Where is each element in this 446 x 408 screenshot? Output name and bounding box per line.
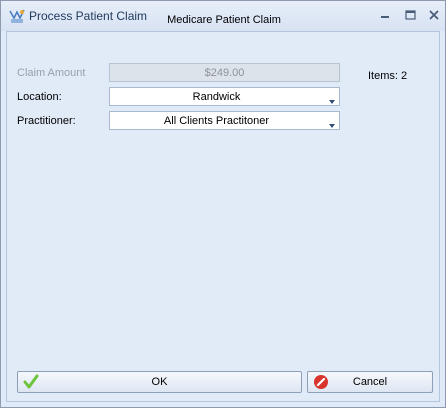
chevron-down-icon[interactable]: [329, 95, 335, 104]
claim-amount-label: Claim Amount: [17, 67, 86, 79]
cancel-button-label: Cancel: [352, 376, 388, 388]
form-heading: Medicare Patient Claim: [167, 14, 281, 26]
items-count: Items: 2: [368, 70, 408, 82]
practitioner-dropdown[interactable]: All Clients Practitoner: [109, 111, 340, 130]
location-label: Location:: [17, 91, 62, 103]
ok-button[interactable]: OK: [17, 371, 302, 393]
process-patient-claim-dialog: Process Patient Claim Medicare Patient C…: [0, 0, 446, 408]
practitioner-value: All Clients Practitoner: [163, 115, 270, 127]
cancel-button[interactable]: Cancel: [307, 371, 433, 393]
practitioner-label: Practitioner:: [17, 115, 76, 127]
chevron-down-icon[interactable]: [329, 119, 335, 128]
location-dropdown[interactable]: Randwick: [109, 87, 340, 106]
claim-amount-value: $249.00: [204, 67, 245, 79]
claim-amount-field: $249.00: [109, 63, 340, 82]
ok-button-label: OK: [151, 376, 168, 388]
location-value: Randwick: [192, 91, 241, 103]
